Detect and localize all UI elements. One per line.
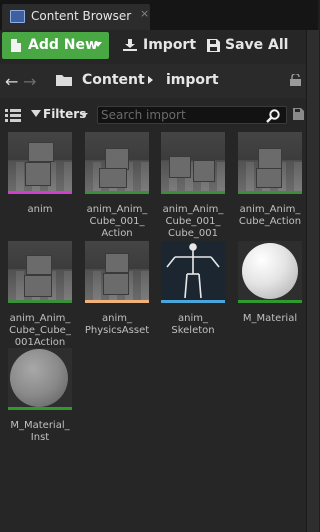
asset-type-bar: [161, 191, 225, 194]
filters-dropdown[interactable]: Filters: [30, 106, 90, 124]
search-box[interactable]: [97, 106, 287, 124]
asset-type-bar: [161, 300, 225, 303]
new-file-icon: [11, 39, 21, 52]
asset-label: anim: [27, 204, 53, 215]
chevron-down-icon: [80, 113, 88, 117]
content-browser-icon: [10, 10, 25, 23]
tab-title: Content Browser: [31, 9, 132, 23]
asset-type-bar: [8, 407, 72, 410]
asset-thumbnail: [238, 132, 302, 194]
filter-funnel-icon: [31, 110, 41, 117]
asset-thumbnail: [161, 241, 225, 303]
folder-icon[interactable]: [56, 74, 72, 86]
panel-edge: [306, 30, 319, 532]
chevron-down-icon: [94, 42, 102, 47]
close-icon[interactable]: ×: [140, 7, 149, 20]
asset-label: anim_Anim_ Cube_Cube_ 001Action: [9, 313, 71, 348]
asset-label: anim_ Skeleton: [171, 313, 215, 336]
asset-label: M_Material: [242, 313, 298, 324]
asset-thumbnail: [161, 132, 225, 194]
breadcrumb-content[interactable]: Content: [82, 72, 145, 88]
search-icon[interactable]: [266, 109, 280, 123]
search-input[interactable]: [101, 107, 261, 123]
asset-label: anim_ PhysicsAsset: [84, 313, 150, 336]
asset-type-bar: [8, 191, 72, 194]
asset-label: anim_Anim_ Cube_001_ Action: [86, 204, 148, 239]
add-new-label: Add New: [28, 37, 98, 53]
asset-thumbnail: [8, 241, 72, 303]
path-bar: ← → Content import: [0, 64, 306, 98]
save-all-button[interactable]: Save All: [202, 32, 290, 59]
back-arrow-icon[interactable]: ←: [5, 72, 18, 91]
asset-thumbnail: [85, 241, 149, 303]
asset-thumbnail: [8, 132, 72, 194]
asset-type-bar: [85, 300, 149, 303]
save-search-icon[interactable]: [293, 108, 304, 120]
asset-thumbnail: [238, 241, 302, 303]
import-icon: [123, 39, 137, 51]
save-icon: [207, 39, 220, 52]
lock-icon[interactable]: [290, 74, 301, 86]
add-new-button[interactable]: Add New: [2, 32, 109, 59]
import-label: Import: [143, 37, 197, 53]
asset-type-bar: [85, 191, 149, 194]
forward-arrow-icon[interactable]: →: [23, 72, 36, 91]
breadcrumb-separator-icon[interactable]: [148, 76, 153, 84]
import-button[interactable]: Import: [118, 32, 196, 59]
asset-thumbnail: [8, 348, 72, 410]
asset-label: anim_Anim_ Cube_001_ Cube_001: [162, 204, 224, 239]
skeleton-icon: [166, 243, 220, 299]
tab-content-browser[interactable]: Content Browser ×: [2, 4, 150, 30]
save-all-label: Save All: [225, 37, 289, 53]
asset-type-bar: [238, 191, 302, 194]
breadcrumb-import[interactable]: import: [166, 72, 219, 88]
asset-label: anim_Anim_ Cube_Action: [238, 204, 302, 227]
asset-thumbnail: [85, 132, 149, 194]
asset-type-bar: [8, 300, 72, 303]
source-tree-toggle-icon[interactable]: [5, 109, 21, 123]
asset-label: M_Material_ Inst: [10, 420, 70, 443]
asset-type-bar: [238, 300, 302, 303]
